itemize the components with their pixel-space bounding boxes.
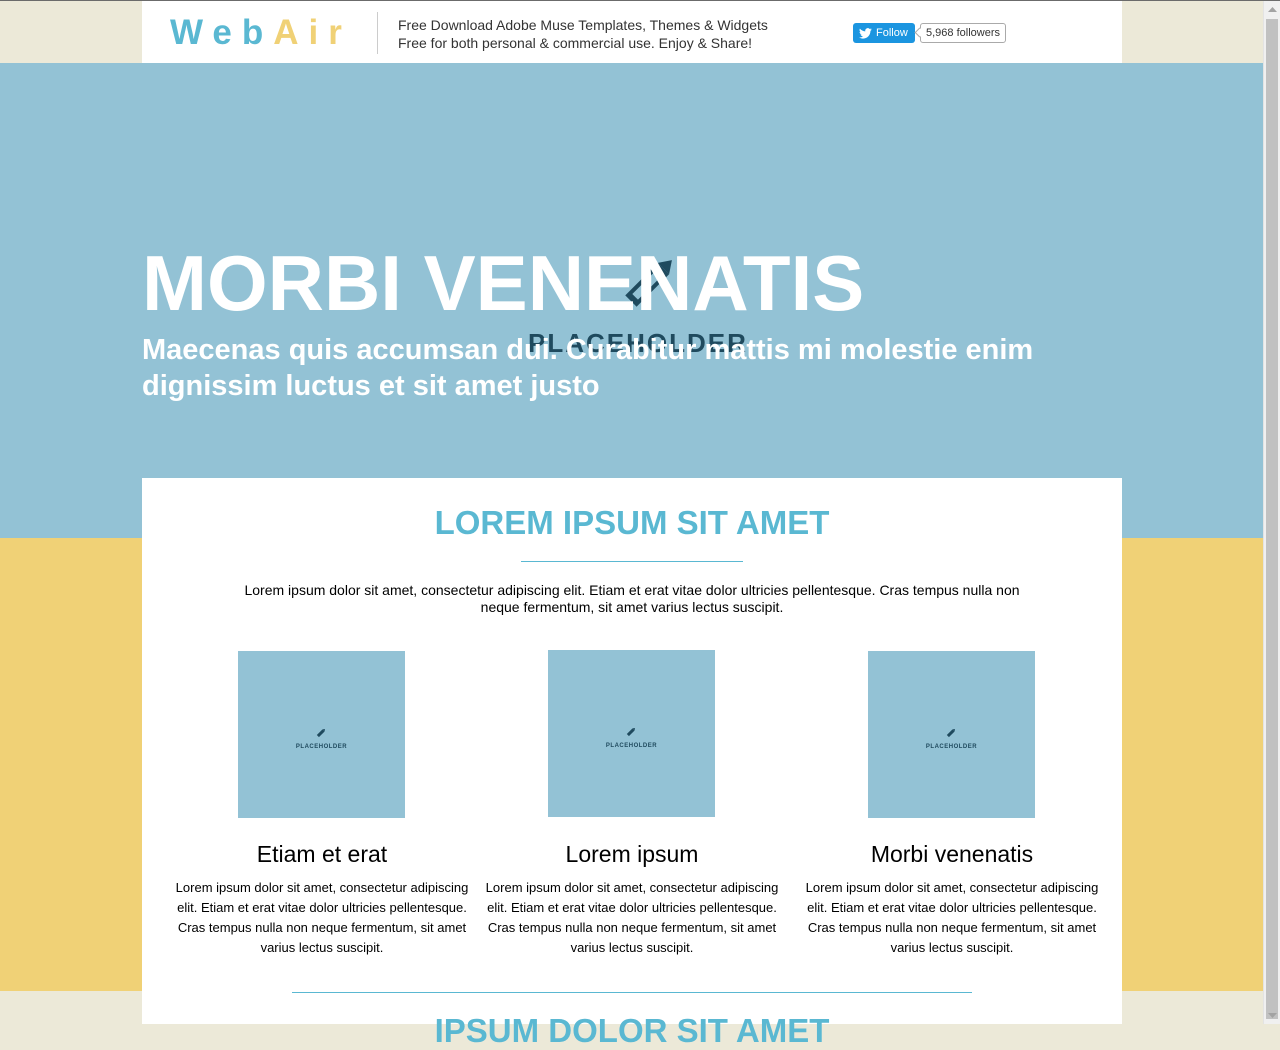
- section-intro-text: Lorem ipsum dolor sit amet, consectetur …: [244, 582, 1020, 615]
- pencil-icon: [316, 728, 326, 738]
- section-title-2: IPSUM DOLOR SIT AMET: [434, 1012, 830, 1049]
- card-title: Morbi venenatis: [870, 841, 1034, 867]
- twitter-bird-icon: [859, 27, 872, 39]
- card-placeholder-image[interactable]: PLACEHOLDER: [548, 650, 715, 817]
- card-placeholder-image[interactable]: PLACEHOLDER: [238, 651, 405, 818]
- scroll-up-arrow-icon[interactable]: [1264, 1, 1280, 18]
- logo-web: Web: [170, 13, 274, 52]
- pencil-icon: [946, 728, 956, 738]
- pencil-icon: [626, 727, 636, 737]
- hero-title: MORBI VENENATIS: [142, 239, 865, 327]
- twitter-follow-button[interactable]: Follow: [853, 23, 915, 43]
- tagline-line-1: Free Download Adobe Muse Templates, Them…: [398, 17, 768, 33]
- site-logo[interactable]: WebAir: [170, 13, 352, 53]
- vertical-scrollbar[interactable]: [1263, 1, 1280, 1024]
- card-text: Lorem ipsum dolor sit amet, consectetur …: [805, 880, 1099, 955]
- section-divider-2: [292, 992, 972, 993]
- site-header: WebAir Free Download Adobe Muse Template…: [142, 1, 1122, 63]
- card-placeholder-label: PLACEHOLDER: [605, 743, 658, 749]
- card-placeholder-label: PLACEHOLDER: [925, 744, 978, 750]
- scrollbar-thumb[interactable]: [1266, 19, 1278, 1019]
- logo-air: Air: [273, 13, 352, 52]
- card-text: Lorem ipsum dolor sit amet, consectetur …: [485, 880, 779, 955]
- section-title: LOREM IPSUM SIT AMET: [434, 504, 830, 541]
- card-placeholder-image[interactable]: PLACEHOLDER: [868, 651, 1035, 818]
- content-panel: LOREM IPSUM SIT AMET Lorem ipsum dolor s…: [142, 478, 1122, 1049]
- tagline-line-2: Free for both personal & commercial use.…: [398, 35, 753, 51]
- twitter-followers-count[interactable]: 5,968 followers: [920, 23, 1006, 43]
- card-text: Lorem ipsum dolor sit amet, consectetur …: [175, 880, 469, 955]
- twitter-follow-label: Follow: [876, 27, 908, 39]
- scroll-down-arrow-icon[interactable]: [1264, 1007, 1280, 1024]
- card-placeholder-label: PLACEHOLDER: [295, 744, 348, 750]
- header-divider: [377, 12, 378, 54]
- header-tagline: Free Download Adobe Muse Templates, Them…: [398, 16, 768, 52]
- section-divider: [521, 561, 743, 562]
- card-title: Etiam et erat: [256, 841, 388, 867]
- hero-subtitle: Maecenas quis accumsan dui. Curabitur ma…: [142, 334, 1034, 402]
- card-title: Lorem ipsum: [565, 841, 699, 867]
